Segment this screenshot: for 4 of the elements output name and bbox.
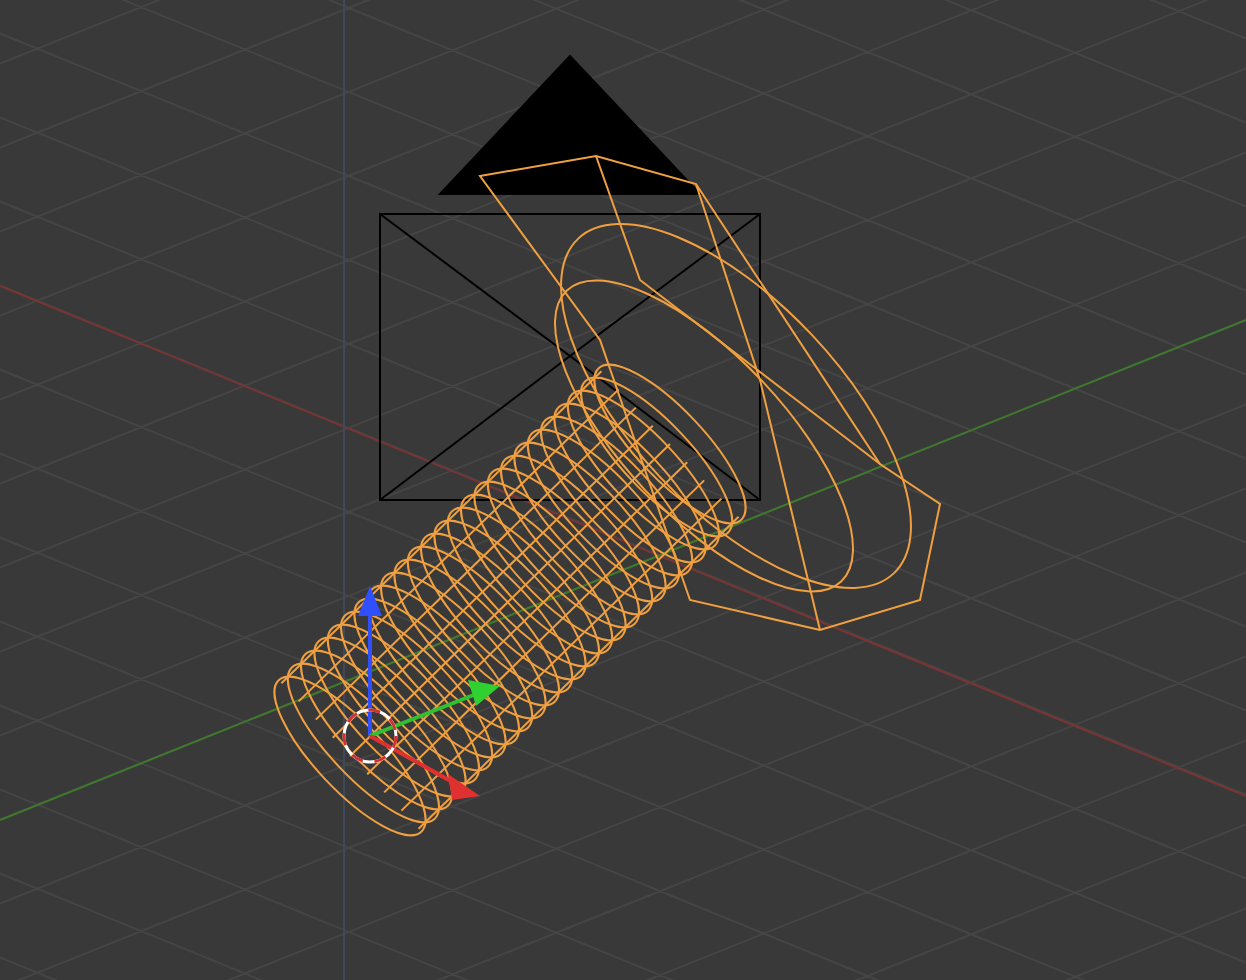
camera-drawing[interactable] xyxy=(379,54,761,501)
3d-cursor-icon xyxy=(342,708,398,764)
transform-gizmo-drawing[interactable] xyxy=(358,586,500,800)
screw-wireframe-drawing[interactable] xyxy=(273,154,942,837)
